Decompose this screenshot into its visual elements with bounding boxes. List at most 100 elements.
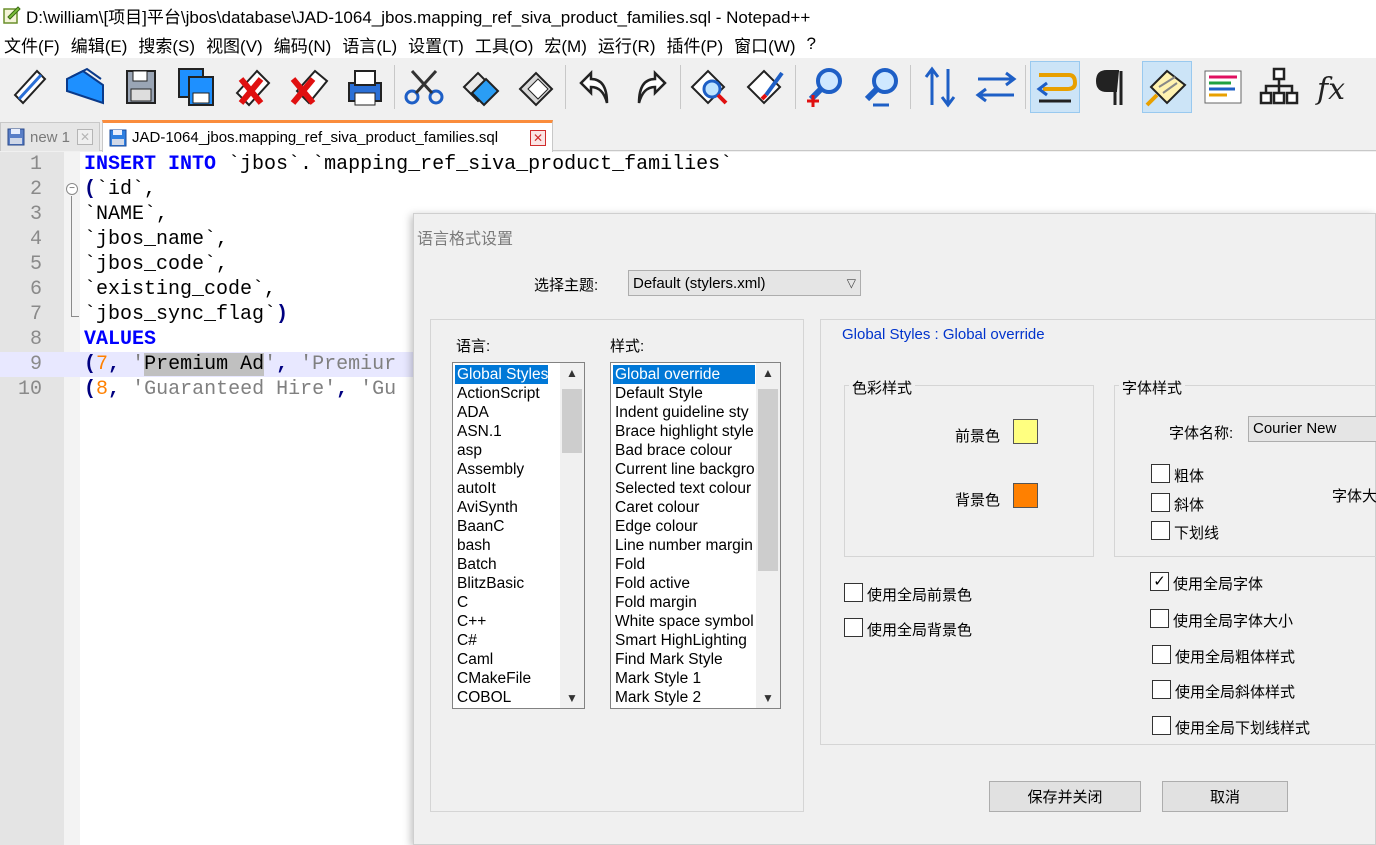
use-global-italic-checkbox[interactable] (1152, 680, 1171, 699)
indent-guide-button[interactable] (1142, 61, 1192, 113)
style-list-item[interactable]: White space symbol (613, 612, 755, 631)
udl-button[interactable] (1198, 61, 1248, 113)
close-all-button[interactable] (284, 61, 334, 113)
style-list-item[interactable]: Fold margin (613, 593, 755, 612)
menu-tools[interactable]: 工具(O) (471, 32, 541, 57)
replace-button[interactable] (741, 61, 791, 113)
style-list-item[interactable]: Line number margin (613, 536, 755, 555)
use-global-bold-checkbox[interactable] (1152, 645, 1171, 664)
style-list-item[interactable]: Current line backgro (613, 460, 755, 479)
close-button[interactable] (228, 61, 278, 113)
language-list-scrollbar[interactable]: ▲ ▼ (560, 363, 584, 708)
sync-horizontal-button[interactable] (971, 61, 1021, 113)
tab-close-icon[interactable]: ✕ (77, 129, 93, 145)
doc-map-button[interactable] (1254, 61, 1304, 113)
menu-macro[interactable]: 宏(M) (540, 32, 593, 57)
function-list-button[interactable]: fx (1310, 61, 1360, 113)
style-list-item[interactable]: Mark Style 2 (613, 688, 755, 707)
language-list-item[interactable]: C++ (455, 612, 548, 631)
menu-plugins[interactable]: 插件(P) (662, 32, 730, 57)
language-list[interactable]: Global Styles ActionScript ADA ASN.1 asp Asse… (452, 362, 585, 709)
language-list-item[interactable]: AviSynth (455, 498, 548, 517)
language-list-item[interactable]: Batch (455, 555, 548, 574)
style-list-item[interactable]: Edge colour (613, 517, 755, 536)
language-list-item[interactable]: ActionScript (455, 384, 548, 403)
style-list-item[interactable]: Brace highlight style (613, 422, 755, 441)
use-global-bg-checkbox[interactable] (844, 618, 863, 637)
menu-run[interactable]: 运行(R) (594, 32, 663, 57)
bg-color-swatch[interactable] (1013, 483, 1038, 508)
language-list-item[interactable]: ADA (455, 403, 548, 422)
underline-checkbox[interactable] (1151, 521, 1170, 540)
scroll-up-icon[interactable]: ▲ (756, 363, 780, 383)
menu-view[interactable]: 视图(V) (202, 32, 270, 57)
language-list-item[interactable]: Assembly (455, 460, 548, 479)
undo-button[interactable] (570, 61, 620, 113)
scroll-thumb[interactable] (758, 389, 778, 571)
menu-window[interactable]: 窗口(W) (730, 32, 802, 57)
code-line[interactable]: 1 INSERT INTO `jbos`.`mapping_ref_siva_pr… (0, 152, 1376, 177)
language-list-item[interactable]: CMakeFile (455, 669, 548, 688)
show-all-chars-button[interactable] (1086, 61, 1136, 113)
language-list-item[interactable]: Global Styles (455, 365, 549, 384)
language-list-item[interactable]: Caml (455, 650, 548, 669)
style-list-item[interactable]: Default Style (613, 384, 755, 403)
scroll-down-icon[interactable]: ▼ (560, 688, 584, 708)
copy-button[interactable] (455, 61, 505, 113)
zoom-in-button[interactable] (800, 61, 850, 113)
scroll-thumb[interactable] (562, 389, 582, 453)
menu-search[interactable]: 搜索(S) (134, 32, 202, 57)
use-global-font-size-checkbox[interactable] (1150, 609, 1169, 628)
scroll-up-icon[interactable]: ▲ (560, 363, 584, 383)
language-list-item[interactable]: C (455, 593, 548, 612)
style-list-item[interactable]: Global override (613, 365, 755, 384)
style-list[interactable]: Global override Default Style Indent guide… (610, 362, 781, 709)
tab-jad-1064[interactable]: JAD-1064_jbos.mapping_ref_siva_product_f… (102, 120, 553, 152)
tab-new-1[interactable]: new 1 ✕ (0, 122, 100, 151)
use-global-underline-checkbox[interactable] (1152, 716, 1171, 735)
zoom-out-button[interactable] (856, 61, 906, 113)
language-list-item[interactable]: asp (455, 441, 548, 460)
redo-button[interactable] (626, 61, 676, 113)
save-close-button[interactable]: 保存并关闭 (989, 781, 1141, 812)
cut-button[interactable] (399, 61, 449, 113)
save-all-button[interactable] (172, 61, 222, 113)
menu-help[interactable]: ? (803, 34, 823, 54)
cancel-button[interactable]: 取消 (1162, 781, 1288, 812)
tab-close-icon[interactable]: ✕ (530, 129, 546, 146)
language-list-item[interactable]: bash (455, 536, 548, 555)
style-list-item[interactable]: Mark Style 1 (613, 669, 755, 688)
use-global-fg-checkbox[interactable] (844, 583, 863, 602)
italic-checkbox[interactable] (1151, 493, 1170, 512)
menu-edit[interactable]: 编辑(E) (67, 32, 135, 57)
style-list-item[interactable]: Fold active (613, 574, 755, 593)
open-file-button[interactable] (60, 61, 110, 113)
paste-button[interactable] (511, 61, 561, 113)
style-list-scrollbar[interactable]: ▲ ▼ (756, 363, 780, 708)
style-list-item[interactable]: Caret colour (613, 498, 755, 517)
language-list-item[interactable]: BlitzBasic (455, 574, 548, 593)
word-wrap-button[interactable] (1030, 61, 1080, 113)
sync-vertical-button[interactable] (915, 61, 965, 113)
use-global-font-checkbox[interactable]: ✓ (1150, 572, 1169, 591)
language-list-item[interactable]: ASN.1 (455, 422, 548, 441)
menu-settings[interactable]: 设置(T) (404, 32, 471, 57)
language-list-item[interactable]: autoIt (455, 479, 548, 498)
find-button[interactable] (685, 61, 735, 113)
save-button[interactable] (116, 61, 166, 113)
print-button[interactable] (340, 61, 390, 113)
language-list-item[interactable]: COBOL (455, 688, 548, 707)
menu-encoding[interactable]: 编码(N) (270, 32, 339, 57)
style-list-item[interactable]: Indent guideline sty (613, 403, 755, 422)
new-file-button[interactable] (4, 61, 54, 113)
style-list-item[interactable]: Fold (613, 555, 755, 574)
font-name-select[interactable]: Courier New (1248, 416, 1376, 442)
style-list-item[interactable]: Selected text colour (613, 479, 755, 498)
style-list-item[interactable]: Smart HighLighting (613, 631, 755, 650)
menu-file[interactable]: 文件(F) (0, 32, 67, 57)
fg-color-swatch[interactable] (1013, 419, 1038, 444)
language-list-item[interactable]: BaanC (455, 517, 548, 536)
style-list-item[interactable]: Bad brace colour (613, 441, 755, 460)
language-list-item[interactable]: C# (455, 631, 548, 650)
scroll-down-icon[interactable]: ▼ (756, 688, 780, 708)
